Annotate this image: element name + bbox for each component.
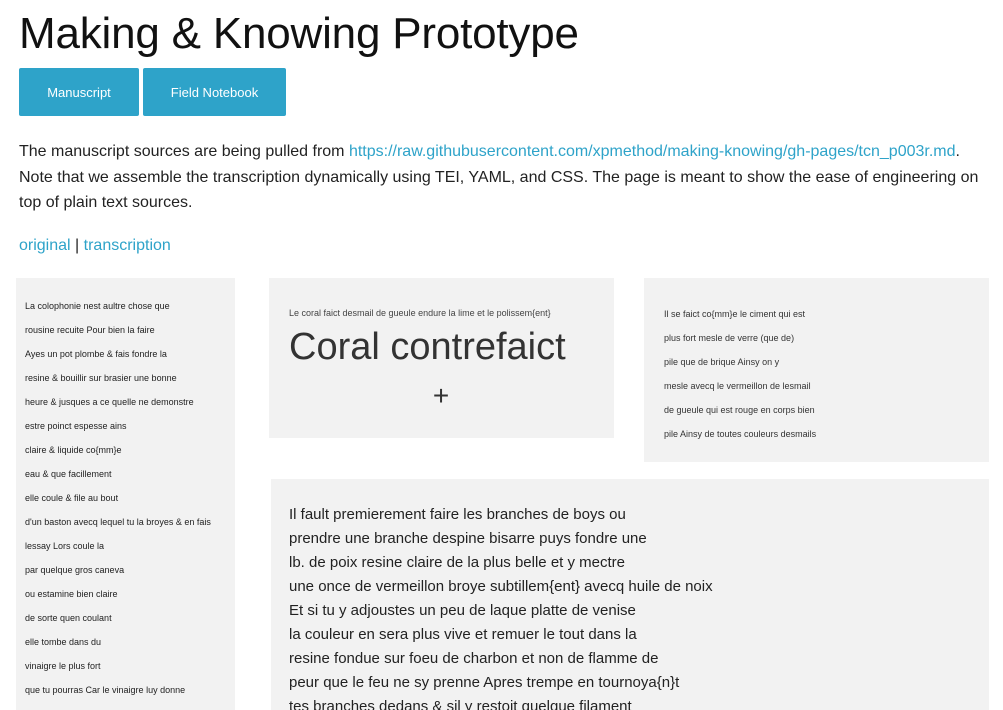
left-margin-line: force & lempesche destre bbox=[25, 702, 235, 710]
right-note-line: pile que de brique Ainsy on y bbox=[664, 357, 780, 367]
left-margin-line: lessay Lors coule la bbox=[25, 541, 105, 551]
left-margin-line: par quelque gros caneva bbox=[25, 565, 125, 575]
main-transcription-block: Il fault premierement faire les branches… bbox=[271, 479, 989, 710]
manuscript-button[interactable]: Manuscript bbox=[19, 68, 139, 116]
heading-title: Coral contrefaict bbox=[289, 326, 566, 368]
left-margin-line: heure & jusques a ce quelle ne demonstre bbox=[25, 397, 194, 407]
view-switcher: original | transcription bbox=[19, 235, 171, 257]
main-transcription-line: la couleur en sera plus vive et remuer l… bbox=[289, 626, 637, 643]
main-transcription-line: tes branches dedans & sil y restoit quel… bbox=[289, 698, 632, 710]
right-note-line: plus fort mesle de verre (que de) bbox=[664, 333, 795, 343]
source-link[interactable]: https://raw.githubusercontent.com/xpmeth… bbox=[349, 143, 956, 160]
transcription-link[interactable]: transcription bbox=[84, 237, 171, 254]
left-margin-line: d'un baston avecq lequel tu la broyes & … bbox=[25, 517, 211, 527]
right-note-line: de gueule qui est rouge en corps bien bbox=[664, 405, 815, 415]
cross-symbol: + bbox=[432, 380, 450, 411]
intro-text-before: The manuscript sources are being pulled … bbox=[19, 143, 349, 160]
field-notebook-button[interactable]: Field Notebook bbox=[143, 68, 286, 116]
left-margin-line: Ayes un pot plombe & fais fondre la bbox=[25, 349, 167, 359]
right-note-line: mesle avecq le vermeillon de lesmail bbox=[664, 381, 811, 391]
original-link[interactable]: original bbox=[19, 237, 71, 254]
main-transcription-line: prendre une branche despine bisarre puys… bbox=[289, 530, 647, 547]
page-title: Making & Knowing Prototype bbox=[19, 9, 579, 58]
intro-paragraph: The manuscript sources are being pulled … bbox=[19, 139, 989, 216]
view-separator: | bbox=[70, 237, 84, 254]
right-note-line: pile Ainsy de toutes couleurs desmails bbox=[664, 429, 817, 439]
main-transcription-line: peur que le feu ne sy prenne Apres tremp… bbox=[289, 674, 680, 691]
main-transcription-line: resine fondue sur foeu de charbon et non… bbox=[289, 650, 659, 667]
main-transcription-line: lb. de poix resine claire de la plus bel… bbox=[289, 554, 626, 571]
left-margin-line: claire & liquide co{mm}e bbox=[25, 445, 122, 455]
left-margin-line: La colophonie nest aultre chose que bbox=[25, 301, 170, 311]
left-margin-line: rousine recuite Pour bien la faire bbox=[25, 325, 155, 335]
left-margin-line: elle coule & file au bout bbox=[25, 493, 119, 503]
left-margin-line: eau & que facillement bbox=[25, 469, 112, 479]
left-margin-column: La colophonie nest aultre chose que rousi… bbox=[16, 278, 235, 710]
main-transcription-line: une once de vermeillon broye subtillem{e… bbox=[289, 578, 713, 595]
right-note-lines: Il se faict co{mm}e le ciment qui est plu… bbox=[644, 278, 989, 446]
left-margin-line: vinaigre le plus fort bbox=[25, 661, 101, 671]
left-margin-line: que tu pourras Car le vinaigre luy donne bbox=[25, 685, 186, 695]
right-note-line: Il se faict co{mm}e le ciment qui est bbox=[664, 309, 806, 319]
left-margin-line: ou estamine bien claire bbox=[25, 589, 118, 599]
right-note-block: Il se faict co{mm}e le ciment qui est plu… bbox=[644, 278, 989, 462]
heading-block: Le coral faict desmail de gueule endure … bbox=[269, 278, 614, 438]
heading-caption: Le coral faict desmail de gueule endure … bbox=[289, 308, 551, 318]
left-margin-line: estre poinct espesse ains bbox=[25, 421, 127, 431]
main-transcription-lines: Il fault premierement faire les branches… bbox=[271, 479, 989, 710]
left-margin-line: resine & bouillir sur brasier une bonne bbox=[25, 373, 177, 383]
left-margin-lines: La colophonie nest aultre chose que rousi… bbox=[16, 278, 235, 710]
main-transcription-line: Et si tu y adjoustes un peu de laque pla… bbox=[289, 602, 636, 619]
left-margin-line: de sorte quen coulant bbox=[25, 613, 112, 623]
left-margin-line: elle tombe dans du bbox=[25, 637, 102, 647]
main-transcription-line: Il fault premierement faire les branches… bbox=[289, 506, 626, 523]
